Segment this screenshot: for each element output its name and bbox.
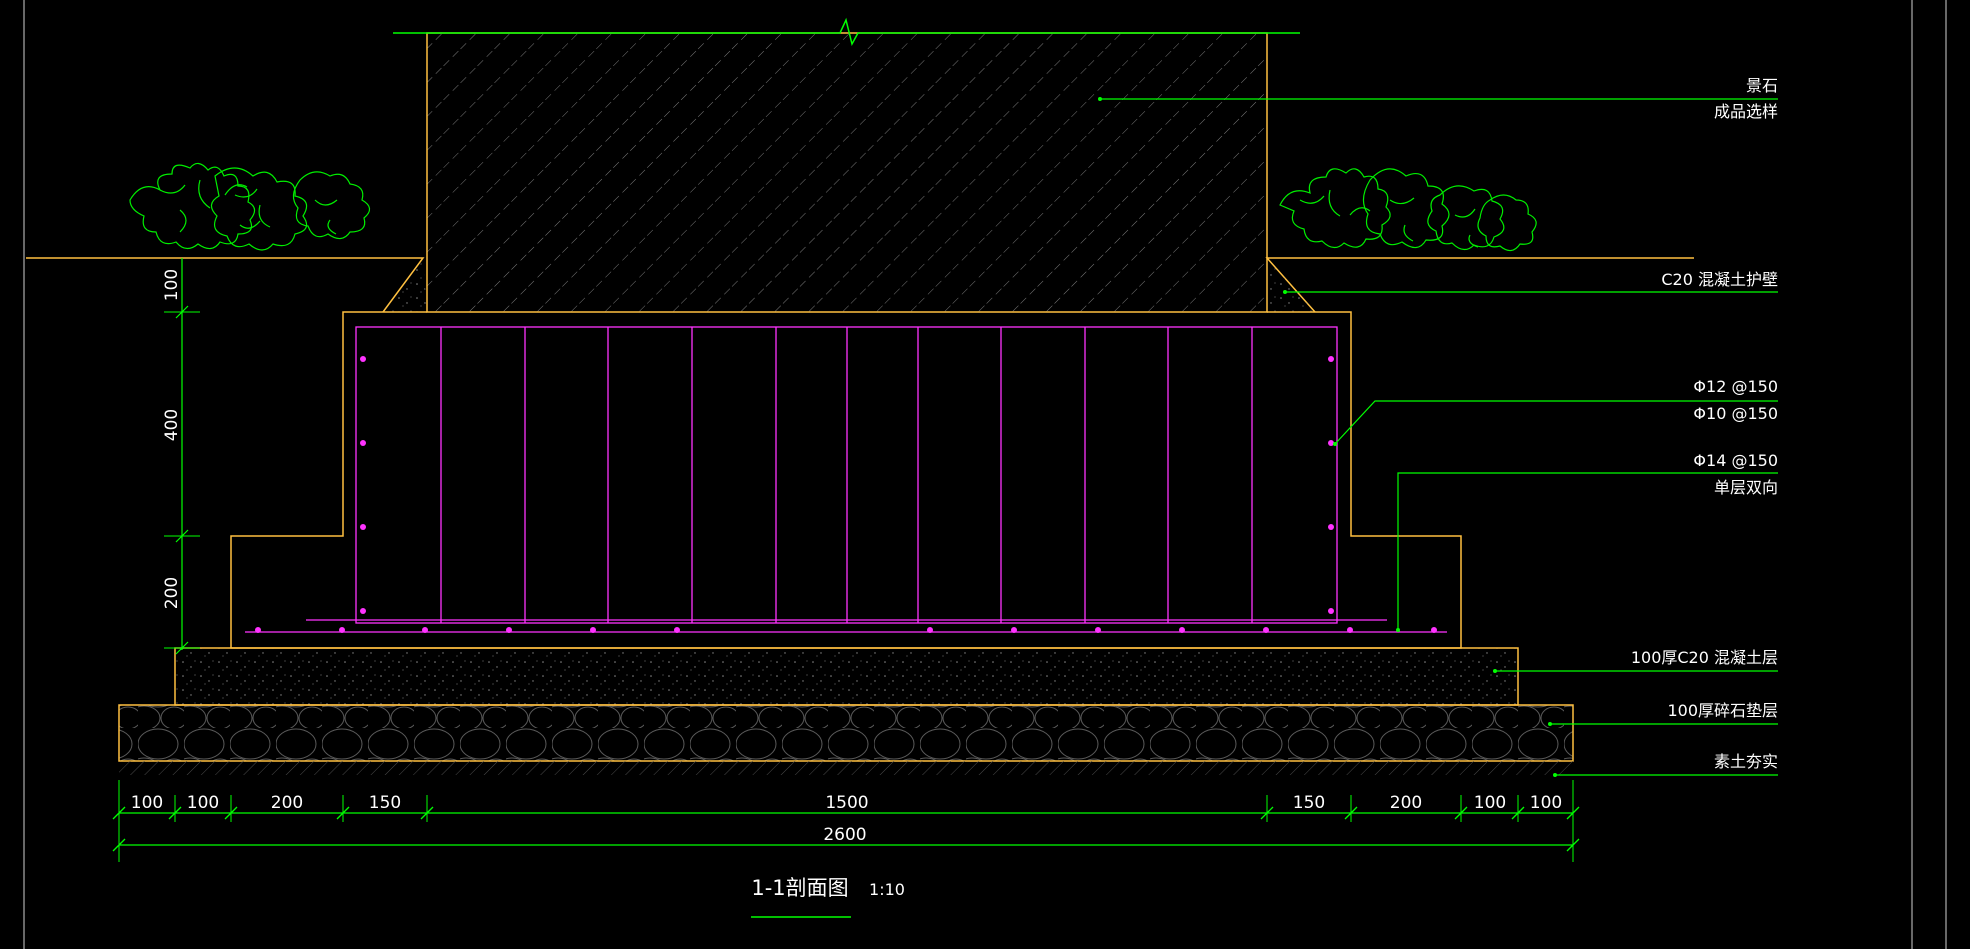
dim-h-3: 200 [271, 793, 303, 813]
drawing-title: 1-1剖面图 1:10 [751, 876, 905, 918]
concrete-layer [174, 647, 1519, 706]
dim-h-6: 150 [1293, 793, 1325, 813]
landscape-stone [393, 17, 1300, 313]
shrub-left-icon [129, 162, 371, 251]
callout-rebar-d: 单层双向 [1714, 478, 1778, 497]
callout-concrete-layer: 100厚C20 混凝土层 [1631, 648, 1778, 667]
rebar-cage [245, 326, 1447, 633]
callout-gravel-layer: 100厚碎石垫层 [1667, 701, 1778, 720]
callout-stone-2: 成品选样 [1714, 102, 1778, 121]
dim-h-4: 150 [369, 793, 401, 813]
dim-v-3: 200 [162, 577, 182, 609]
dim-v-1: 100 [162, 269, 182, 301]
dim-v-2: 400 [162, 409, 182, 441]
title-scale: 1:10 [869, 880, 905, 899]
callouts: 景石 成品选样 C20 混凝土护壁 Φ12 @150 Φ10 @150 Φ14 … [1631, 76, 1778, 771]
dim-h-5: 1500 [825, 793, 868, 813]
compacted-soil [119, 761, 1573, 775]
shrub-right-icon [1279, 168, 1537, 252]
footing-body [230, 311, 1462, 649]
vertical-dimensions: 100 400 200 [162, 258, 200, 655]
rebar-dots [255, 356, 1437, 633]
callout-rebar-b: Φ10 @150 [1693, 404, 1778, 423]
callout-rebar-c: Φ14 @150 [1693, 451, 1778, 470]
dim-h-8: 100 [1474, 793, 1506, 813]
title-text: 1-1剖面图 [751, 876, 848, 900]
callout-stone-1: 景石 [1746, 76, 1778, 95]
dim-h-7: 200 [1390, 793, 1422, 813]
callout-rebar-a: Φ12 @150 [1693, 377, 1778, 396]
dim-total: 2600 [823, 825, 866, 845]
gravel-layer [118, 704, 1574, 762]
callout-soil: 素土夯实 [1714, 752, 1778, 771]
dim-h-1: 100 [131, 793, 163, 813]
callout-wall: C20 混凝土护壁 [1661, 270, 1778, 289]
section-drawing: 景石 成品选样 C20 混凝土护壁 Φ12 @150 Φ10 @150 Φ14 … [23, 0, 1947, 949]
dim-h-2: 100 [187, 793, 219, 813]
dim-h-9: 100 [1530, 793, 1562, 813]
horizontal-dimensions: 100 100 200 150 1500 150 200 100 100 260… [112, 780, 1580, 862]
